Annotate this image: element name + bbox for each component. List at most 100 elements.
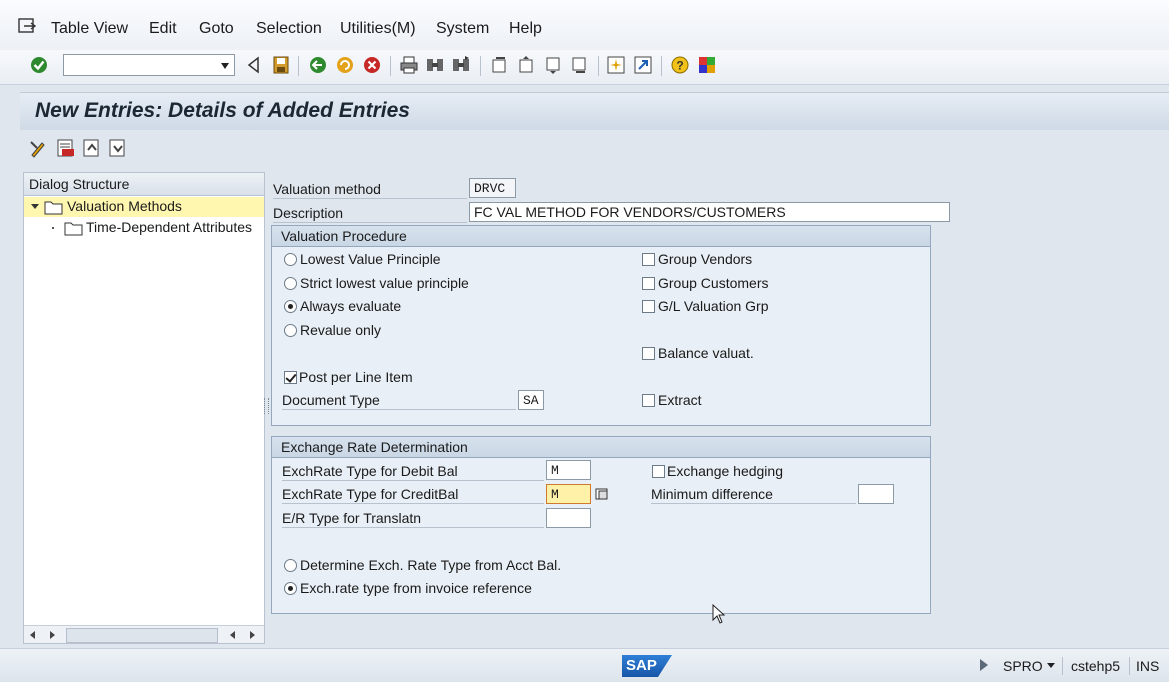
radio-label: Lowest Value Principle (300, 251, 441, 267)
checkbox-group-vendors[interactable] (642, 253, 655, 266)
horizontal-scrollbar[interactable] (24, 625, 264, 643)
checkbox-label: Group Vendors (658, 251, 753, 267)
debit-bal-label: ExchRate Type for Debit Bal (282, 463, 458, 479)
checkbox-label: G/L Valuation Grp (658, 298, 769, 314)
radio-label: Revalue only (300, 322, 381, 338)
minimum-difference-field[interactable] (858, 484, 894, 504)
command-field[interactable] (63, 54, 235, 76)
expand-triangle-icon[interactable] (31, 204, 39, 209)
valuation-procedure-title: Valuation Procedure (281, 228, 407, 244)
exchange-rate-header: Exchange Rate Determination (272, 437, 930, 458)
valuation-procedure-group: Valuation Procedure Lowest Value Princip… (271, 225, 931, 426)
translatn-field[interactable] (546, 508, 591, 528)
valuation-method-field[interactable]: DRVC (469, 178, 516, 198)
menu-edit[interactable]: Edit (149, 20, 177, 38)
previous-page-icon[interactable] (516, 55, 536, 75)
document-type-label: Document Type (282, 392, 380, 408)
chevron-down-icon[interactable] (1047, 663, 1055, 668)
next-entry-icon[interactable] (108, 138, 128, 158)
menu-exit-icon[interactable] (18, 18, 36, 34)
first-page-icon[interactable] (489, 55, 509, 75)
cancel-icon[interactable] (362, 55, 382, 75)
create-session-icon[interactable] (606, 55, 626, 75)
radio-label: Exch.rate type from invoice reference (300, 580, 532, 596)
print-icon[interactable] (399, 55, 419, 75)
exchange-rate-group: Exchange Rate Determination ExchRate Typ… (271, 436, 931, 614)
scroll-right-icon[interactable] (250, 631, 255, 639)
mouse-cursor-icon (712, 604, 726, 624)
radio-strict-lowest-value[interactable] (284, 277, 297, 290)
minimum-difference-label: Minimum difference (651, 486, 773, 502)
title-bar: New Entries: Details of Added Entries (20, 92, 1169, 130)
checkbox-balance-valuat[interactable] (642, 347, 655, 360)
back-triangle-icon[interactable] (244, 55, 264, 75)
exit-icon[interactable] (335, 55, 355, 75)
tree-item-label: Time-Dependent Attributes (86, 219, 253, 235)
scroll-left-icon[interactable] (30, 631, 35, 639)
panel-splitter[interactable] (264, 398, 269, 414)
display-change-icon[interactable] (29, 138, 49, 158)
checkbox-group-customers[interactable] (642, 277, 655, 290)
last-page-icon[interactable] (569, 55, 589, 75)
customize-layout-icon[interactable] (697, 55, 717, 75)
back-arrow-icon[interactable] (308, 55, 328, 75)
delete-entry-icon[interactable] (56, 138, 76, 158)
radio-lowest-value-principle[interactable] (284, 253, 297, 266)
shortcut-icon[interactable] (633, 55, 653, 75)
application-toolbar (20, 130, 1169, 168)
insert-mode: INS (1136, 658, 1160, 674)
find-icon[interactable] (425, 55, 445, 75)
tree-item-valuation-methods[interactable]: Valuation Methods (24, 197, 264, 217)
value-help-icon[interactable] (594, 486, 610, 502)
checkbox-post-per-line-item[interactable] (284, 371, 297, 384)
description-field[interactable]: FC VAL METHOD FOR VENDORS/CUSTOMERS (469, 202, 950, 222)
valuation-method-label: Valuation method (273, 181, 381, 197)
page-title: New Entries: Details of Added Entries (35, 99, 410, 122)
tree-item-time-dependent-attributes[interactable]: Time-Dependent Attributes (24, 218, 264, 238)
checkbox-label: Extract (658, 392, 702, 408)
translatn-label: E/R Type for Translatn (282, 510, 422, 526)
standard-toolbar: ? (0, 50, 1169, 85)
scroll-thumb[interactable] (66, 628, 218, 643)
dialog-structure-header: Dialog Structure (24, 173, 264, 196)
folder-open-icon (44, 201, 63, 215)
previous-entry-icon[interactable] (82, 138, 102, 158)
find-next-icon[interactable] (451, 55, 471, 75)
valuation-procedure-header: Valuation Procedure (272, 226, 930, 247)
document-type-field[interactable]: SA (518, 390, 544, 410)
credit-bal-field[interactable]: M (546, 484, 591, 504)
menu-system[interactable]: System (436, 20, 489, 38)
checkbox-exchange-hedging[interactable] (652, 465, 665, 478)
radio-revalue-only[interactable] (284, 324, 297, 337)
next-page-icon[interactable] (543, 55, 563, 75)
menu-selection[interactable]: Selection (256, 20, 322, 38)
menu-bar: Table View Edit Goto Selection Utilities… (0, 0, 1169, 50)
menu-help[interactable]: Help (509, 20, 542, 38)
radio-label: Strict lowest value principle (300, 275, 469, 291)
sap-logo-text: SAP (626, 657, 657, 674)
radio-label: Always evaluate (300, 298, 402, 314)
enter-check-icon[interactable] (29, 55, 49, 75)
debit-bal-field[interactable]: M (546, 460, 591, 480)
menu-table-view[interactable]: Table View (51, 20, 128, 38)
status-expand-icon[interactable] (980, 659, 988, 671)
checkbox-extract[interactable] (642, 394, 655, 407)
chevron-down-icon[interactable] (221, 63, 229, 69)
server-name: cstehp5 (1071, 658, 1121, 674)
radio-invoice-reference[interactable] (284, 582, 297, 595)
menu-utilities[interactable]: Utilities(M) (340, 20, 416, 38)
checkbox-label: Balance valuat. (658, 345, 754, 361)
checkbox-gl-valuation-grp[interactable] (642, 300, 655, 313)
help-icon[interactable]: ? (670, 55, 690, 75)
description-label: Description (273, 205, 344, 221)
checkbox-label: Post per Line Item (299, 369, 413, 385)
menu-goto[interactable]: Goto (199, 20, 234, 38)
radio-always-evaluate[interactable] (284, 300, 297, 313)
scroll-left-icon[interactable] (230, 631, 235, 639)
save-icon[interactable] (271, 55, 291, 75)
radio-determine-from-acct-bal[interactable] (284, 559, 297, 572)
checkbox-label: Group Customers (658, 275, 769, 291)
credit-bal-label: ExchRate Type for CreditBal (282, 486, 459, 502)
scroll-right-icon[interactable] (50, 631, 55, 639)
folder-icon (64, 222, 83, 236)
